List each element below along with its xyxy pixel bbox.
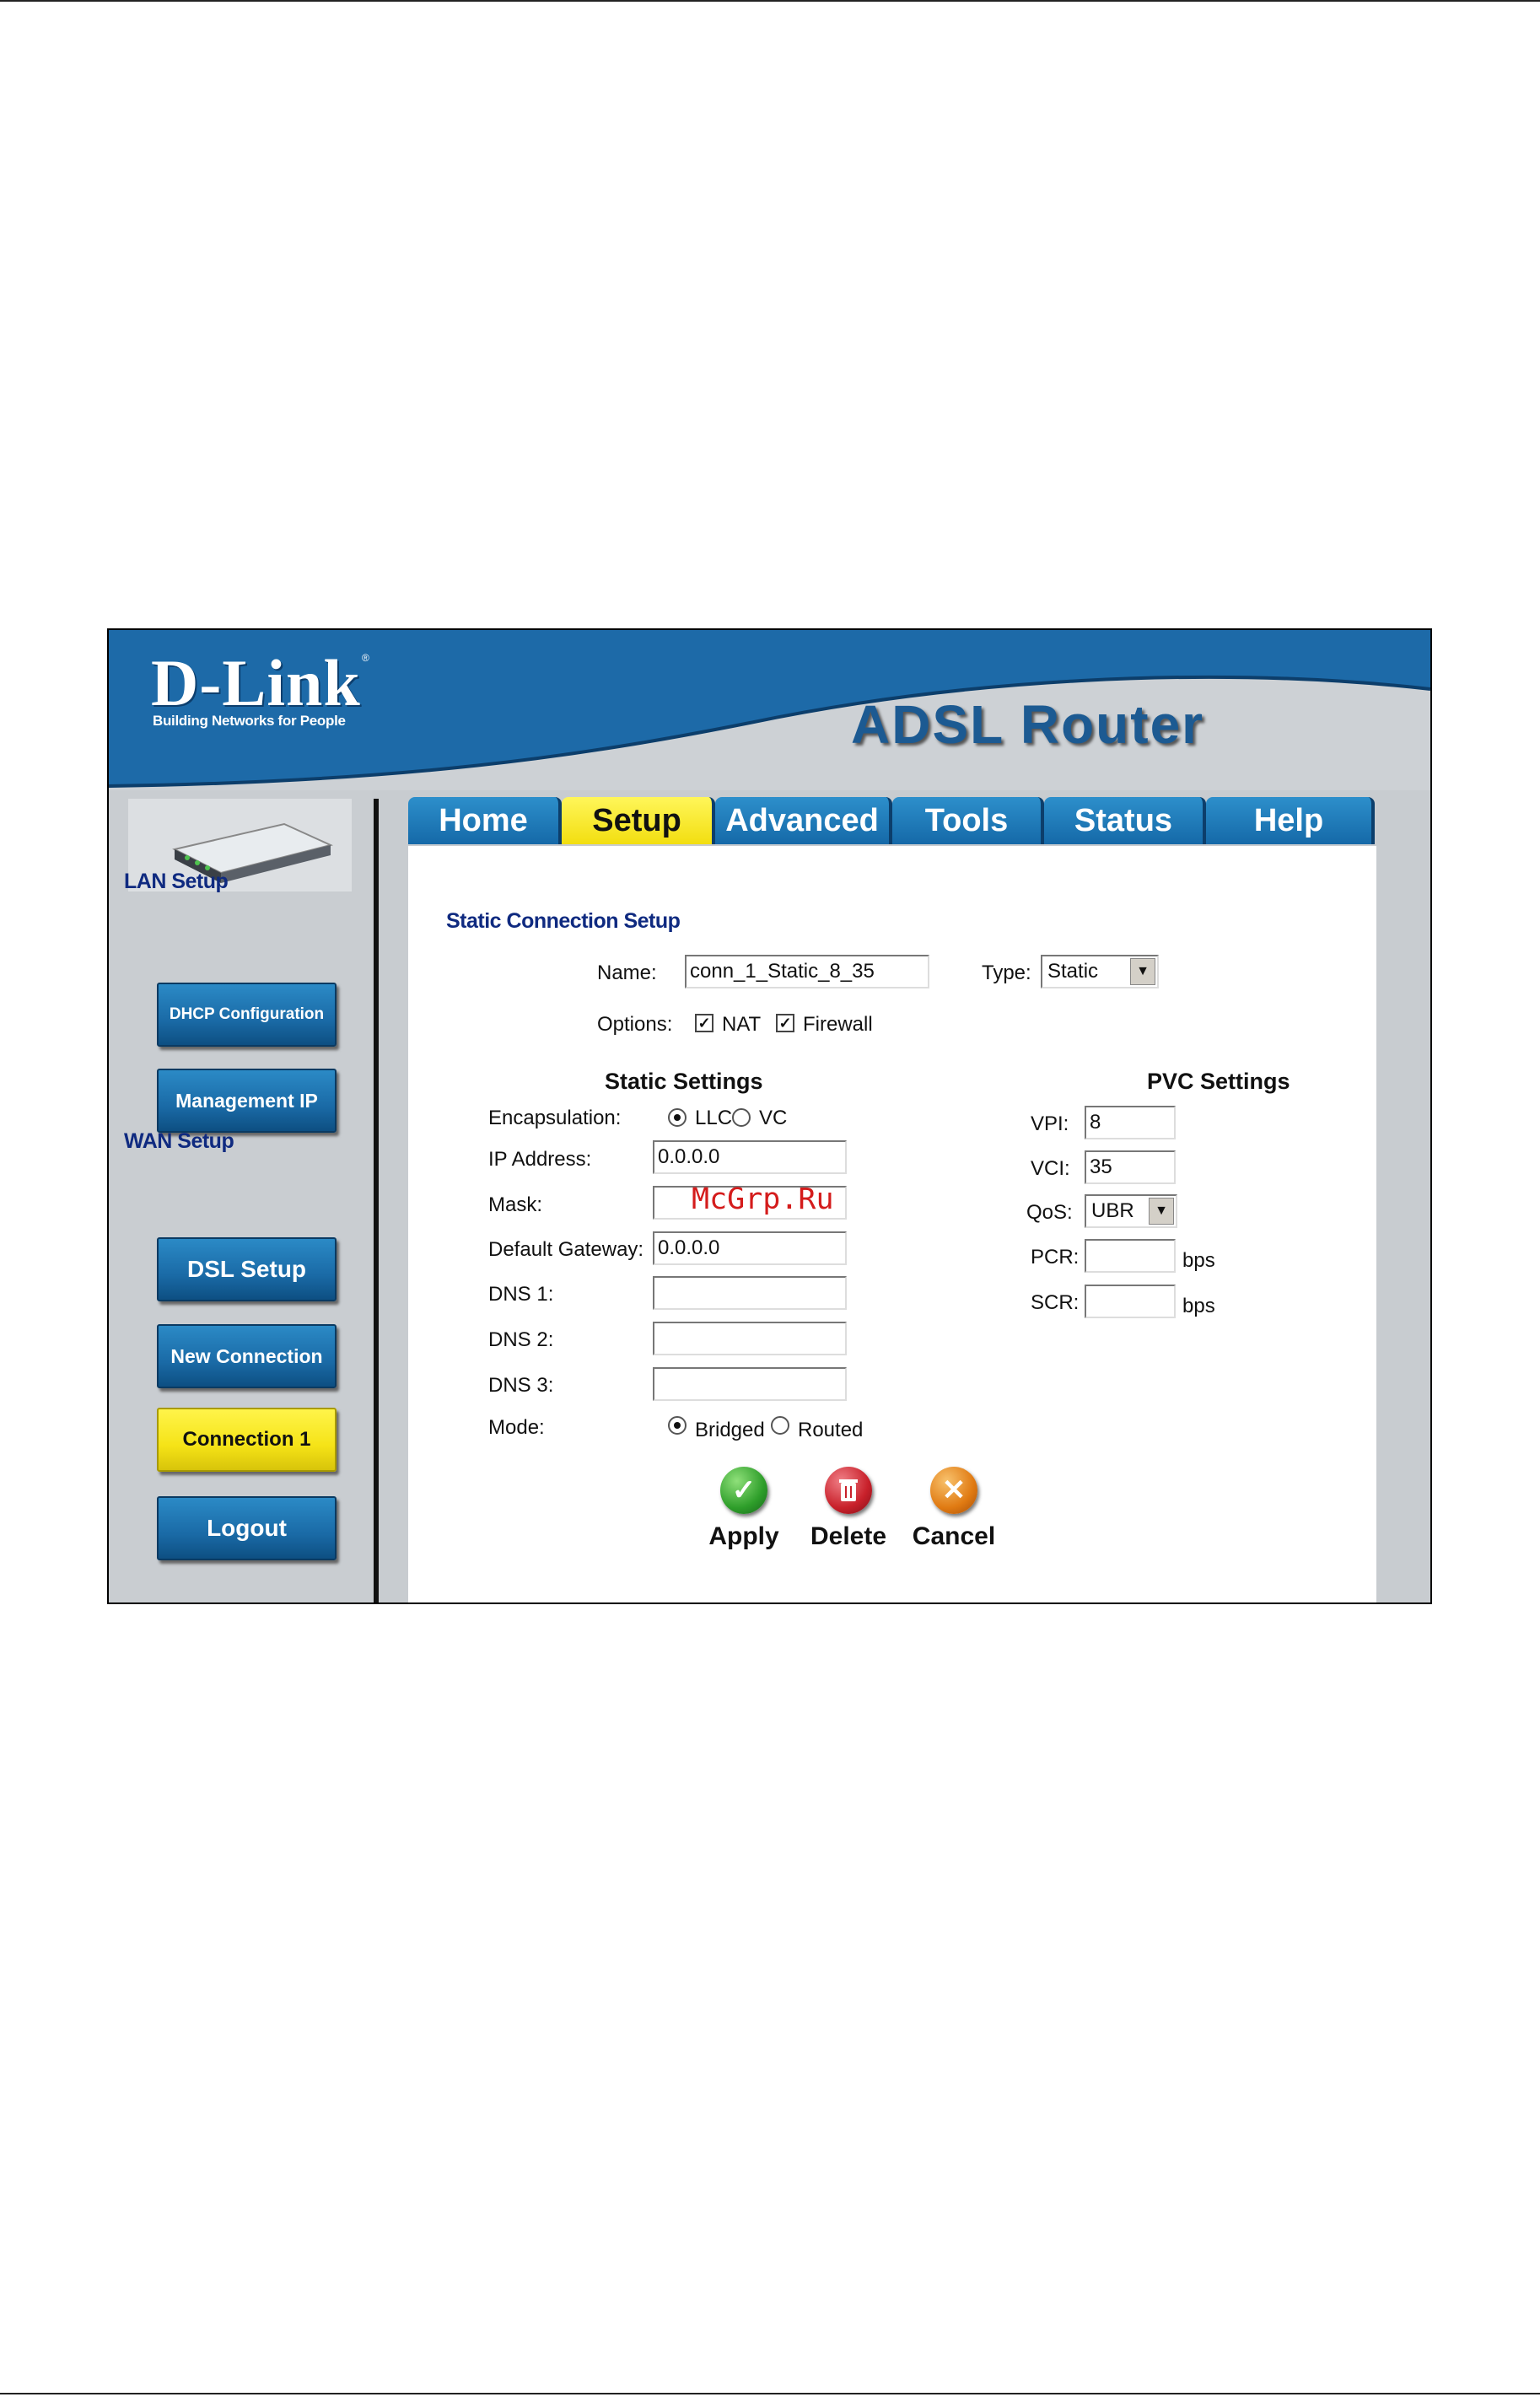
tab-home[interactable]: Home [408,797,562,844]
cancel-label: Cancel [912,1522,996,1550]
vpi-input[interactable] [1085,1106,1176,1139]
check-icon: ✓ [720,1467,767,1514]
pcr-unit: bps [1182,1249,1215,1272]
ip-address-input[interactable] [653,1140,847,1174]
default-gateway-label: Default Gateway: [488,1238,644,1261]
type-select-value: Static [1047,960,1099,983]
logout-button[interactable]: Logout [157,1496,337,1560]
bridged-radio[interactable] [668,1416,687,1435]
dns3-label: DNS 3: [488,1374,554,1397]
encapsulation-label: Encapsulation: [488,1107,622,1129]
dns1-input[interactable] [653,1276,847,1310]
vc-label: VC [759,1107,788,1129]
name-input[interactable] [685,955,929,988]
dhcp-configuration-button[interactable]: DHCP Configuration [157,983,337,1047]
routed-radio[interactable] [771,1416,789,1435]
chevron-down-icon: ▼ [1149,1198,1174,1225]
dns2-input[interactable] [653,1322,847,1355]
apply-button[interactable]: ✓ Apply [697,1467,790,1551]
close-icon: ✕ [930,1467,977,1514]
new-connection-button[interactable]: New Connection [157,1324,337,1388]
dlink-logo: D-Link [151,646,361,719]
scr-input[interactable] [1085,1285,1176,1318]
page-top-rule [0,0,1540,2]
firewall-label: Firewall [803,1013,873,1036]
page-bottom-rule [0,2393,1540,2394]
ip-address-label: IP Address: [488,1148,592,1171]
tab-setup[interactable]: Setup [562,797,715,844]
mode-label: Mode: [488,1416,545,1439]
tab-advanced[interactable]: Advanced [715,797,892,844]
left-sidebar: LAN Setup DHCP Configuration Management … [109,790,372,1602]
trash-glyph [839,1479,858,1501]
qos-select[interactable]: UBR ▼ [1085,1194,1177,1228]
vc-radio[interactable] [732,1108,751,1127]
connection-1-button[interactable]: Connection 1 [157,1408,337,1472]
header-banner: D-Link ® Building Networks for People AD… [109,630,1430,790]
dns1-label: DNS 1: [488,1283,554,1306]
registered-mark: ® [362,652,369,664]
management-ip-button[interactable]: Management IP [157,1069,337,1133]
delete-button[interactable]: Delete [802,1467,895,1551]
setup-panel: Static Connection Setup Name: Type: Stat… [408,846,1376,1602]
vci-input[interactable] [1085,1150,1176,1184]
tab-help[interactable]: Help [1206,797,1375,844]
type-label: Type: [982,961,1031,984]
mask-label: Mask: [488,1193,543,1216]
routed-label: Routed [798,1419,864,1441]
vpi-label: VPI: [1031,1112,1069,1135]
apply-label: Apply [708,1522,779,1550]
llc-label: LLC [695,1107,733,1129]
cancel-button[interactable]: ✕ Cancel [907,1467,1000,1551]
watermark: McGrp.Ru [692,1182,834,1216]
main-tabs: Home Setup Advanced Tools Status Help [408,797,1375,846]
page-title: Static Connection Setup [446,909,681,933]
llc-radio[interactable] [668,1108,687,1127]
qos-select-value: UBR [1091,1199,1134,1222]
tab-status[interactable]: Status [1044,797,1206,844]
chevron-down-icon: ▼ [1130,958,1155,985]
tab-tools[interactable]: Tools [892,797,1044,844]
router-screenshot: D-Link ® Building Networks for People AD… [107,628,1432,1604]
dns3-input[interactable] [653,1367,847,1401]
scr-unit: bps [1182,1295,1215,1317]
nat-label: NAT [722,1013,762,1036]
pvc-settings-header: PVC Settings [1147,1069,1290,1094]
wan-setup-label: WAN Setup [124,1129,234,1153]
options-label: Options: [597,1013,673,1036]
pcr-label: PCR: [1031,1246,1080,1269]
sidebar-divider [374,799,379,1602]
dsl-setup-button[interactable]: DSL Setup [157,1237,337,1301]
qos-label: QoS: [1026,1201,1073,1224]
delete-label: Delete [810,1522,887,1550]
vci-label: VCI: [1031,1157,1070,1180]
pcr-input[interactable] [1085,1239,1176,1273]
scr-label: SCR: [1031,1291,1080,1314]
logo-tagline: Building Networks for People [153,713,346,729]
type-select[interactable]: Static ▼ [1041,955,1159,988]
firewall-checkbox[interactable]: ✓ [776,1014,794,1032]
lan-setup-label: LAN Setup [124,870,229,893]
bridged-label: Bridged [695,1419,765,1441]
dns2-label: DNS 2: [488,1328,554,1351]
trash-icon [825,1467,872,1514]
default-gateway-input[interactable] [653,1231,847,1265]
static-settings-header: Static Settings [605,1069,763,1094]
nat-checkbox[interactable]: ✓ [695,1014,713,1032]
product-title: ADSL Router [851,694,1205,755]
name-label: Name: [597,961,657,984]
